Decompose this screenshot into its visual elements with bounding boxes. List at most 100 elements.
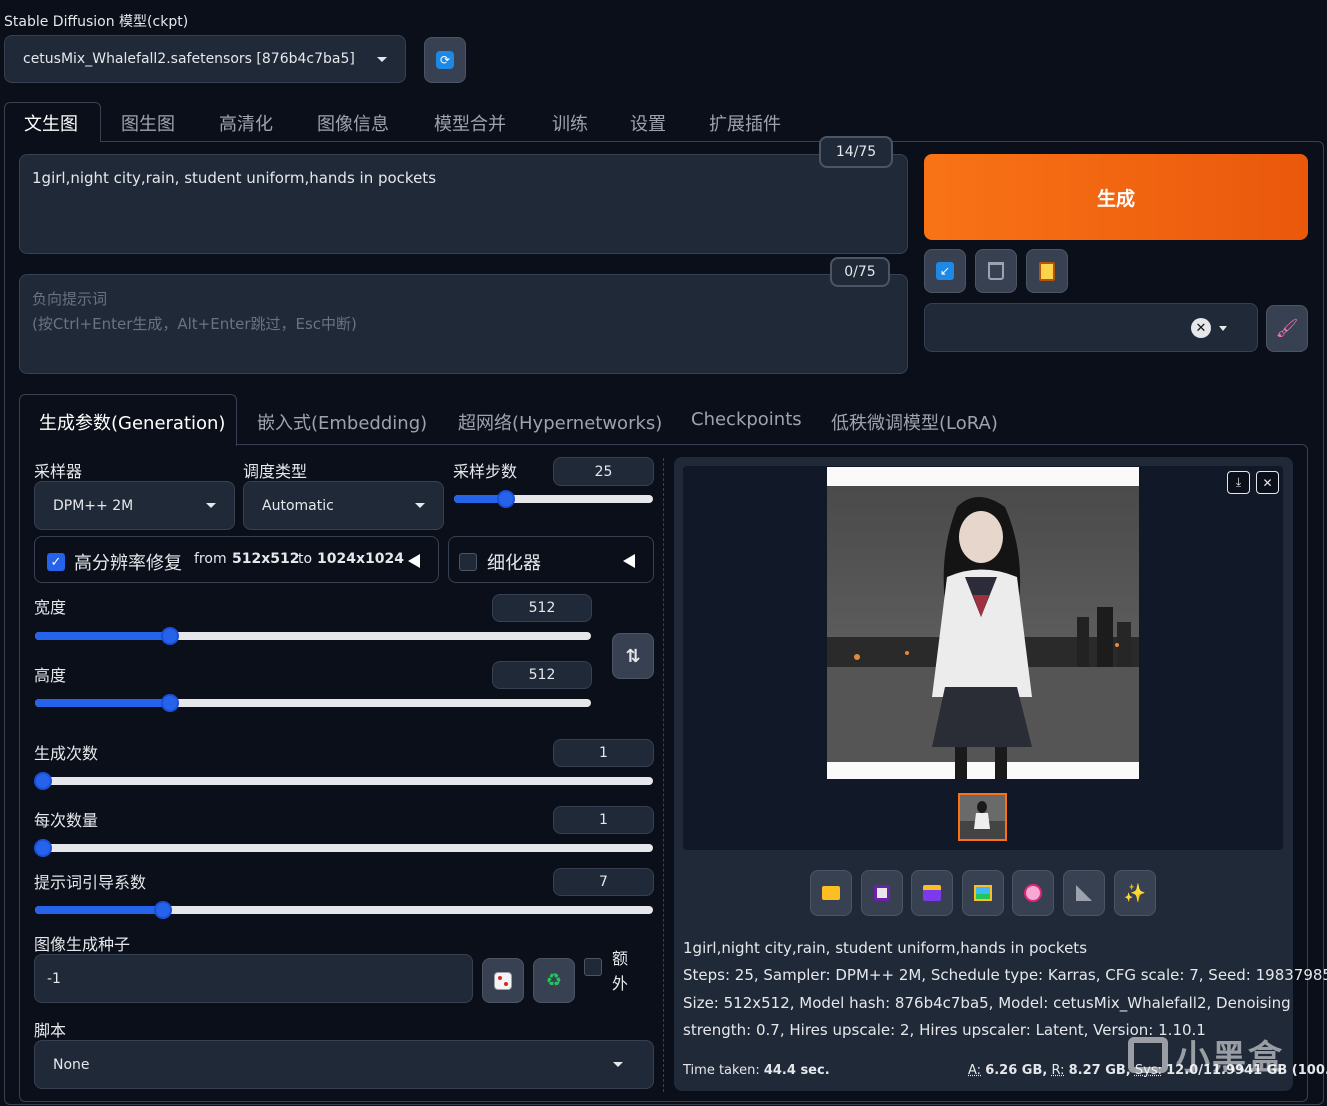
subtab-hypernetworks[interactable]: 超网络(Hypernetworks) bbox=[458, 409, 662, 435]
batch-count-input[interactable]: 1 bbox=[553, 739, 654, 767]
read-params-button[interactable]: ↙ bbox=[924, 249, 966, 293]
arrow-down-left-icon: ↙ bbox=[936, 262, 954, 280]
sampler-select[interactable]: DPM++ 2M bbox=[34, 481, 235, 530]
watermark-text: 小黑盒 bbox=[1176, 1038, 1284, 1078]
cfg-slider[interactable] bbox=[35, 901, 653, 919]
clear-icon[interactable]: ✕ bbox=[1191, 318, 1211, 338]
refresh-icon: ⟳ bbox=[436, 51, 454, 69]
swap-icon: ⇅ bbox=[625, 645, 641, 667]
folder-icon bbox=[822, 886, 840, 900]
random-seed-button[interactable] bbox=[482, 958, 524, 1003]
send-to-img2img-button[interactable] bbox=[962, 870, 1004, 916]
close-image-button[interactable]: ✕ bbox=[1256, 471, 1279, 494]
steps-input[interactable]: 25 bbox=[553, 457, 654, 486]
chevron-down-icon bbox=[377, 56, 387, 62]
refresh-model-button[interactable]: ⟳ bbox=[424, 37, 466, 83]
save-button[interactable] bbox=[861, 870, 903, 916]
negative-placeholder-line1: 负向提示词 bbox=[32, 290, 108, 308]
seed-value: -1 bbox=[47, 970, 61, 987]
negative-placeholder-line2: (按Ctrl+Enter生成，Alt+Enter跳过，Esc中断) bbox=[32, 315, 357, 333]
styles-select[interactable]: ✕ bbox=[924, 303, 1258, 352]
floppy-disk-icon bbox=[874, 885, 890, 901]
zip-button[interactable] bbox=[911, 870, 953, 916]
dice-icon bbox=[494, 971, 512, 990]
tab-merge[interactable]: 模型合并 bbox=[434, 110, 506, 136]
generate-button[interactable]: 生成 bbox=[924, 154, 1308, 240]
tab-train[interactable]: 训练 bbox=[552, 110, 588, 136]
gallery-thumbnail[interactable] bbox=[958, 793, 1007, 841]
schedule-value: Automatic bbox=[262, 497, 334, 514]
collapse-icon[interactable] bbox=[623, 554, 635, 568]
hires-fix-label: 高分辨率修复 bbox=[74, 553, 182, 574]
seed-label: 图像生成种子 bbox=[34, 935, 131, 954]
batch-size-slider[interactable] bbox=[34, 839, 653, 857]
tab-extras[interactable]: 高清化 bbox=[219, 110, 273, 136]
seed-input[interactable]: -1 bbox=[34, 954, 473, 1003]
subtab-lora[interactable]: 低秩微调模型(LoRA) bbox=[831, 409, 998, 435]
apply-styles-button[interactable] bbox=[1026, 249, 1068, 293]
height-slider[interactable] bbox=[35, 694, 591, 712]
tab-txt2img[interactable]: 文生图 bbox=[24, 110, 78, 136]
chevron-down-icon bbox=[415, 503, 425, 508]
subtab-generation[interactable]: 生成参数(Generation) bbox=[39, 409, 225, 435]
chevron-down-icon bbox=[1219, 326, 1227, 331]
hires-from-label: from bbox=[194, 551, 227, 567]
prompt-token-counter: 14/75 bbox=[819, 136, 893, 168]
picture-icon bbox=[974, 885, 992, 901]
subtab-checkpoints[interactable]: Checkpoints bbox=[691, 409, 802, 430]
negative-token-counter: 0/75 bbox=[830, 257, 890, 287]
extra-seed-checkbox[interactable] bbox=[584, 958, 602, 976]
upscale-button[interactable]: ✨ bbox=[1114, 870, 1156, 916]
download-button[interactable]: ⤓ bbox=[1227, 471, 1250, 494]
tab-png-info[interactable]: 图像信息 bbox=[317, 110, 389, 136]
extra-label-1: 额 bbox=[612, 949, 629, 968]
prompt-text: 1girl,night city,rain, student uniform,h… bbox=[32, 169, 437, 187]
schedule-select[interactable]: Automatic bbox=[243, 481, 444, 530]
tab-img2img[interactable]: 图生图 bbox=[121, 110, 175, 136]
open-folder-button[interactable] bbox=[810, 870, 852, 916]
palette-icon bbox=[1024, 884, 1042, 902]
refiner-checkbox[interactable] bbox=[459, 553, 477, 571]
model-select-value: cetusMix_Whalefall2.safetensors [876b4c7… bbox=[23, 51, 355, 67]
steps-slider[interactable] bbox=[454, 490, 653, 508]
swap-dimensions-button[interactable]: ⇅ bbox=[612, 633, 654, 679]
hires-fix-panel: ✓ 高分辨率修复 from 512x512 to 1024x1024 bbox=[34, 536, 439, 583]
triangular-ruler-icon bbox=[1076, 885, 1092, 901]
height-label: 高度 bbox=[34, 666, 67, 685]
cfg-label: 提示词引导系数 bbox=[34, 873, 147, 892]
batch-count-slider[interactable] bbox=[34, 772, 653, 790]
clipboard-icon bbox=[1039, 261, 1055, 281]
steps-label: 采样步数 bbox=[453, 462, 518, 481]
edit-styles-button[interactable]: 🖌 bbox=[1266, 305, 1308, 352]
width-slider[interactable] bbox=[35, 627, 591, 645]
time-taken-label: Time taken: bbox=[683, 1063, 760, 1078]
tab-extensions[interactable]: 扩展插件 bbox=[709, 110, 781, 136]
vram-r-value: 8.27 GB, bbox=[1068, 1063, 1131, 1078]
width-input[interactable]: 512 bbox=[492, 594, 592, 622]
script-select[interactable]: None bbox=[34, 1040, 654, 1089]
send-to-inpaint-button[interactable] bbox=[1012, 870, 1054, 916]
reuse-seed-button[interactable]: ♻ bbox=[533, 958, 575, 1003]
send-to-extras-button[interactable] bbox=[1063, 870, 1105, 916]
generated-image[interactable] bbox=[827, 467, 1139, 779]
generated-image-art bbox=[827, 486, 1139, 779]
script-label: 脚本 bbox=[34, 1021, 67, 1040]
model-select[interactable]: cetusMix_Whalefall2.safetensors [876b4c7… bbox=[4, 35, 406, 83]
subtab-embedding[interactable]: 嵌入式(Embedding) bbox=[257, 409, 427, 435]
negative-prompt-textarea[interactable]: 负向提示词 (按Ctrl+Enter生成，Alt+Enter跳过，Esc中断) bbox=[19, 274, 908, 374]
prompt-textarea[interactable]: 1girl,night city,rain, student uniform,h… bbox=[19, 154, 908, 254]
width-label: 宽度 bbox=[34, 598, 67, 617]
refiner-label: 细化器 bbox=[487, 553, 541, 574]
cfg-input[interactable]: 7 bbox=[553, 868, 654, 896]
vram-a-value: 6.26 GB, bbox=[985, 1063, 1048, 1078]
collapse-icon[interactable] bbox=[408, 554, 420, 568]
vram-a-label: A: bbox=[968, 1063, 982, 1078]
hires-fix-checkbox[interactable]: ✓ bbox=[47, 553, 65, 571]
trash-icon bbox=[988, 262, 1004, 280]
batch-size-input[interactable]: 1 bbox=[553, 806, 654, 834]
model-label: Stable Diffusion 模型(ckpt) bbox=[4, 14, 189, 30]
height-input[interactable]: 512 bbox=[492, 661, 592, 689]
clear-prompt-button[interactable] bbox=[975, 249, 1017, 293]
tab-settings[interactable]: 设置 bbox=[630, 110, 666, 136]
archive-icon bbox=[923, 885, 941, 901]
